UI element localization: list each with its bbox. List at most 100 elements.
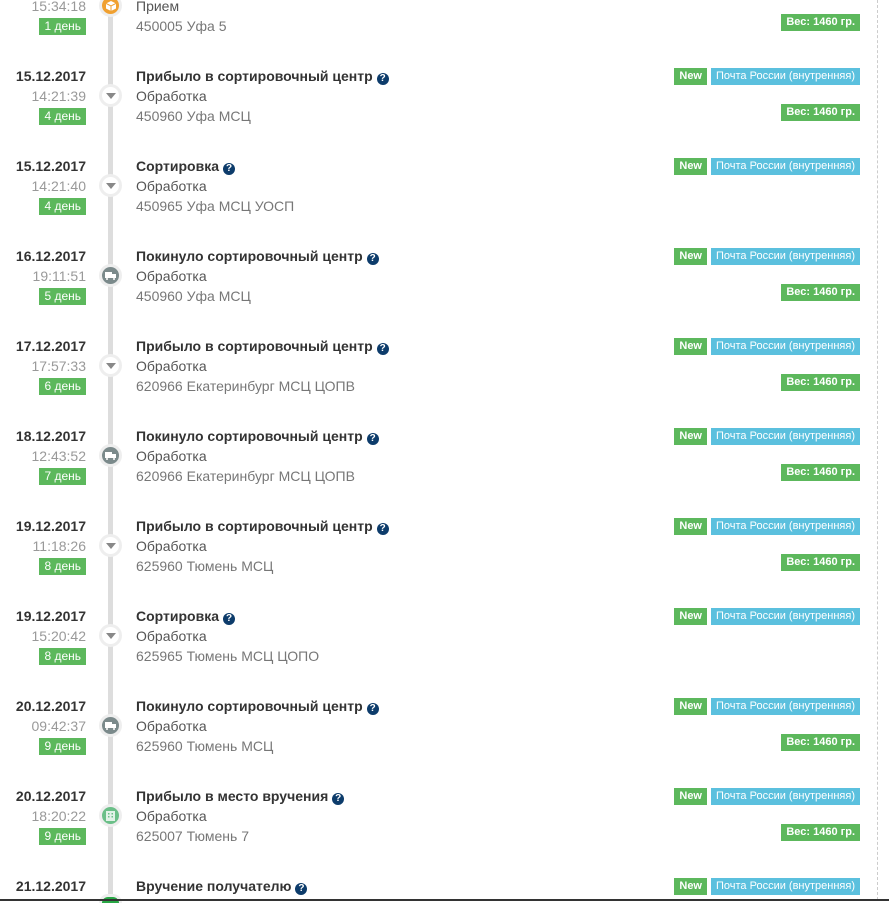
event-title: Покинуло сортировочный центр?	[136, 696, 379, 716]
help-icon[interactable]: ?	[223, 613, 235, 625]
service-badge: Почта России (внутренняя)	[711, 788, 860, 805]
day-badge: 6 день	[39, 378, 86, 395]
event-operation: Прием	[136, 0, 180, 14]
day-badge: 5 день	[39, 288, 86, 305]
event-address: 625965 Тюмень МСЦ ЦОПО	[136, 648, 320, 664]
weight-badge: Вес: 1460 гр.	[781, 554, 860, 571]
event-operation: Обработка	[136, 628, 207, 644]
service-badge: Почта России (внутренняя)	[711, 248, 860, 265]
help-icon[interactable]: ?	[376, 523, 389, 535]
help-icon[interactable]: ?	[376, 343, 389, 355]
event-title: Прибыло в сортировочный центр?	[136, 516, 389, 536]
new-badge: New	[674, 788, 707, 805]
event-address: 625960 Тюмень МСЦ	[136, 558, 274, 574]
arrow-down-icon	[99, 624, 122, 647]
service-badge: Почта России (внутренняя)	[711, 878, 860, 895]
tracking-timeline: 15:34:18 1 день Прием 450005 Уфа 5 Вес: 1460…	[0, 0, 889, 903]
day-badge: 9 день	[39, 828, 86, 845]
event-date: 17.12.2017	[15, 338, 86, 354]
new-badge: New	[674, 878, 707, 895]
event-tags: New Почта России (внутренняя)	[674, 158, 860, 175]
truck-icon	[99, 444, 122, 467]
weight-badge: Вес: 1460 гр.	[781, 104, 860, 121]
event-date: 16.12.2017	[15, 248, 86, 264]
event-time: 11:18:26	[32, 538, 86, 554]
service-badge: Почта России (внутренняя)	[711, 68, 860, 85]
event-address: 450960 Уфа МСЦ	[136, 288, 251, 304]
day-badge: 8 день	[39, 648, 86, 665]
event-tags: New Почта России (внутренняя)	[674, 608, 860, 625]
event-date: 15.12.2017	[15, 68, 86, 84]
day-badge: 1 день	[39, 18, 86, 35]
truck-icon	[99, 264, 122, 287]
day-badge: 4 день	[39, 108, 86, 125]
event-time: 12:43:52	[31, 448, 87, 464]
event-time: 18:20:22	[31, 808, 87, 824]
event-operation: Обработка	[136, 358, 207, 374]
new-badge: New	[674, 68, 707, 85]
event-title: Прибыло в место вручения?	[136, 786, 345, 806]
building-icon	[99, 804, 122, 827]
new-badge: New	[674, 608, 707, 625]
help-icon[interactable]: ?	[366, 703, 379, 715]
event-time: 19:11:51	[32, 268, 86, 284]
event-tags: New Почта России (внутренняя)	[674, 68, 860, 85]
weight-badge: Вес: 1460 гр.	[781, 374, 860, 391]
help-icon[interactable]: ?	[223, 163, 235, 175]
event-address: 450960 Уфа МСЦ	[136, 108, 251, 124]
new-badge: New	[674, 518, 707, 535]
truck-icon	[99, 714, 122, 737]
new-badge: New	[674, 338, 707, 355]
weight-badge: Вес: 1460 гр.	[781, 14, 860, 31]
event-tags: New Почта России (внутренняя)	[674, 698, 860, 715]
event-date: 21.12.2017	[15, 878, 86, 894]
event-title-text: Прибыло в сортировочный центр	[136, 338, 373, 354]
event-address: 620966 Екатеринбург МСЦ ЦОПВ	[136, 468, 355, 484]
event-title: Прибыло в сортировочный центр?	[136, 336, 389, 356]
event-date: 19.12.2017	[15, 608, 86, 624]
event-time: 09:42:37	[31, 718, 87, 734]
event-date: 15.12.2017	[15, 158, 86, 174]
event-date: 19.12.2017	[15, 518, 86, 534]
event-tags: New Почта России (внутренняя)	[674, 428, 860, 445]
new-badge: New	[674, 248, 707, 265]
event-time: 17:57:33	[31, 358, 87, 374]
event-operation: Обработка	[136, 88, 207, 104]
event-time: 15:20:42	[31, 628, 87, 644]
service-badge: Почта России (внутренняя)	[711, 698, 860, 715]
event-time: 14:21:39	[31, 88, 87, 104]
arrow-down-icon	[99, 354, 122, 377]
day-badge: 4 день	[39, 198, 86, 215]
event-tags: New Почта России (внутренняя)	[674, 248, 860, 265]
weight-badge: Вес: 1460 гр.	[781, 284, 860, 301]
day-badge: 7 день	[39, 468, 86, 485]
help-icon[interactable]: ?	[366, 253, 379, 265]
service-badge: Почта России (внутренняя)	[711, 158, 860, 175]
event-address: 450005 Уфа 5	[136, 18, 227, 34]
event-title: Сортировка?	[136, 606, 235, 626]
event-date: 18.12.2017	[15, 428, 86, 444]
weight-badge: Вес: 1460 гр.	[781, 464, 860, 481]
help-icon[interactable]: ?	[295, 883, 308, 895]
help-icon[interactable]: ?	[332, 793, 345, 805]
new-badge: New	[674, 698, 707, 715]
event-date: 20.12.2017	[15, 698, 86, 714]
event-title-text: Вручение получателю	[136, 878, 292, 894]
event-operation: Обработка	[136, 538, 207, 554]
event-date: 20.12.2017	[15, 788, 86, 804]
event-operation: Обработка	[136, 808, 207, 824]
event-address: 625960 Тюмень МСЦ	[136, 738, 274, 754]
event-address: 625007 Тюмень 7	[136, 828, 249, 844]
event-title: Покинуло сортировочный центр?	[136, 246, 379, 266]
event-title-text: Прибыло в место вручения	[136, 788, 329, 804]
help-icon[interactable]: ?	[366, 433, 379, 445]
weight-badge: Вес: 1460 гр.	[781, 734, 860, 751]
event-address: 450965 Уфа МСЦ УОСП	[136, 198, 295, 214]
event-title: Прибыло в сортировочный центр?	[136, 66, 389, 86]
event-time: 15:34:18	[31, 0, 87, 14]
new-badge: New	[674, 158, 707, 175]
event-title-text: Покинуло сортировочный центр	[136, 248, 363, 264]
divider	[877, 0, 878, 900]
arrow-down-icon	[99, 534, 122, 557]
help-icon[interactable]: ?	[376, 73, 389, 85]
